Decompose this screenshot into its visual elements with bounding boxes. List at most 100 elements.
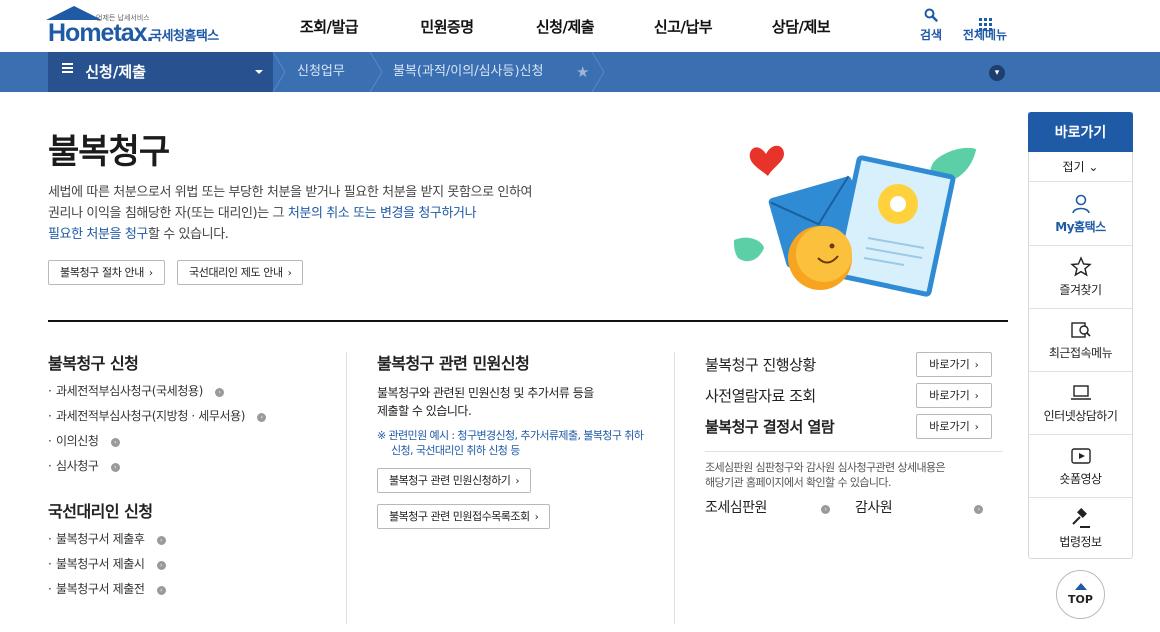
breadcrumb-chevron-icon bbox=[592, 52, 608, 92]
list-item-label: 이의신청 bbox=[56, 434, 99, 448]
quick-item-label: 최근접속메뉴 bbox=[1048, 346, 1113, 360]
audit-board-link[interactable]: 감사원 › bbox=[855, 497, 984, 517]
scroll-top-button[interactable]: TOP bbox=[1056, 570, 1105, 619]
recent-search-icon bbox=[1070, 322, 1091, 338]
arrow-right-icon: › bbox=[287, 268, 292, 279]
list-item-review-request[interactable]: · 심사청구 › bbox=[48, 457, 266, 482]
list-item-after-submission[interactable]: · 불복청구서 제출후 › bbox=[48, 530, 166, 555]
search-button[interactable]: 검색 bbox=[914, 8, 948, 43]
user-icon bbox=[1071, 194, 1090, 214]
gnb-item-consult[interactable]: 상담/제보 bbox=[742, 0, 860, 52]
circle-arrow-icon: › bbox=[110, 463, 120, 472]
section-divider bbox=[48, 320, 1008, 322]
quick-menu-fold-button[interactable]: 접기 ⌄ bbox=[1029, 152, 1132, 182]
other-agency-note: 조세심판원 심판청구와 감사원 심사청구관련 상세내용은 해당기관 홈페이지에서… bbox=[705, 460, 995, 490]
column-divider bbox=[674, 352, 675, 624]
desc-line-3: 필요한 처분을 청구할 수 있습니다. bbox=[48, 224, 608, 245]
circle-arrow-icon: › bbox=[156, 586, 166, 595]
desc-line-3-text: 할 수 있습니다. bbox=[147, 227, 229, 242]
video-play-icon bbox=[1070, 448, 1091, 464]
related-civil-apply-button[interactable]: 불복청구 관련 민원신청하기 › bbox=[377, 468, 531, 493]
quick-my-hometax[interactable]: My홈택스 bbox=[1029, 183, 1132, 246]
circle-arrow-icon: › bbox=[110, 438, 120, 447]
tax-tribunal-label: 조세심판원 bbox=[705, 500, 767, 516]
list-item-label: 불복청구서 제출전 bbox=[56, 582, 145, 596]
search-label: 검색 bbox=[919, 28, 943, 42]
decision-view-title: 불복청구 결정서 열람 bbox=[705, 418, 835, 436]
related-civil-note-2: 신청, 국선대리인 취하 신청 등 bbox=[391, 444, 520, 457]
pre-read-data-title: 사전열람자료 조회 bbox=[705, 387, 816, 405]
list-item-pretax-review-regional[interactable]: · 과세전적부심사청구(지방청 · 세무서용) › bbox=[48, 407, 267, 432]
desc-line-1: 세법에 따른 처분으로서 위법 또는 부당한 처분을 받거나 필요한 처분을 받… bbox=[48, 185, 533, 200]
breadcrumb-apply-work[interactable]: 신청업무 bbox=[297, 52, 345, 92]
global-nav: 조회/발급 민원증명 신청/제출 신고/납부 상담/제보 bbox=[270, 0, 860, 52]
quick-item-label: 법령정보 bbox=[1059, 535, 1102, 549]
goto-label: 바로가기 bbox=[929, 389, 970, 402]
house-roof-icon bbox=[46, 6, 102, 20]
logo-brand: Hometax. bbox=[48, 19, 154, 47]
gnb-item-application[interactable]: 신청/제출 bbox=[506, 0, 624, 52]
chevron-down-icon[interactable]: ▾ bbox=[989, 65, 1005, 81]
appeal-procedure-button[interactable]: 불복청구 절차 안내 › bbox=[48, 260, 165, 285]
decision-view-goto-button[interactable]: 바로가기 › bbox=[916, 414, 992, 439]
list-item-objection[interactable]: · 이의신청 › bbox=[48, 432, 266, 457]
related-civil-desc-1: 불복청구와 관련된 민원신청 및 추가서류 등을 bbox=[377, 386, 594, 400]
menu-select[interactable]: 신청/제출 bbox=[48, 52, 273, 92]
arrow-right-icon: › bbox=[974, 391, 979, 402]
breadcrumb-chevron-icon bbox=[370, 52, 386, 92]
list-item-on-submission[interactable]: · 불복청구서 제출시 › bbox=[48, 555, 166, 580]
pre-read-data-goto-button[interactable]: 바로가기 › bbox=[916, 383, 992, 408]
arrow-right-icon: › bbox=[148, 268, 153, 279]
arrow-right-icon: › bbox=[974, 360, 979, 371]
quick-favorites[interactable]: 즐겨찾기 bbox=[1029, 246, 1132, 309]
related-civil-note-1: ※ 관련민원 예시 : 청구변경신청, 추가서류제출, 불복청구 취하 bbox=[377, 429, 644, 442]
arrow-right-icon: › bbox=[974, 422, 979, 433]
tax-tribunal-link[interactable]: 조세심판원 › bbox=[705, 497, 830, 517]
arrow-up-icon bbox=[1074, 583, 1087, 590]
quick-online-consult[interactable]: 인터넷상담하기 bbox=[1029, 372, 1132, 435]
hamburger-icon bbox=[62, 61, 73, 75]
related-civil-note: ※ 관련민원 예시 : 청구변경신청, 추가서류제출, 불복청구 취하 신청, … bbox=[377, 428, 667, 458]
list-item-label: 불복청구서 제출시 bbox=[56, 557, 145, 571]
related-civil-desc: 불복청구와 관련된 민원신청 및 추가서류 등을 제출할 수 있습니다. bbox=[377, 384, 647, 420]
quick-recent-menu[interactable]: 최근접속메뉴 bbox=[1029, 309, 1132, 372]
chevron-down-icon: ⌄ bbox=[1088, 160, 1099, 174]
related-civil-list-button[interactable]: 불복청구 관련 민원접수목록조회 › bbox=[377, 504, 551, 529]
gnb-item-inquiry[interactable]: 조회/발급 bbox=[270, 0, 388, 52]
circle-arrow-icon: › bbox=[257, 413, 267, 422]
breadcrumb-appeal[interactable]: 불복(과적/이의/심사등)신청 bbox=[393, 52, 543, 92]
caret-down-icon bbox=[255, 70, 263, 74]
fold-label: 접기 bbox=[1062, 160, 1085, 174]
list-item-before-submission[interactable]: · 불복청구서 제출전 › bbox=[48, 580, 166, 605]
goto-label: 바로가기 bbox=[929, 358, 970, 371]
logo-sub: 국세청홈택스 bbox=[150, 29, 219, 44]
related-civil-list-label: 불복청구 관련 민원접수목록조회 bbox=[389, 510, 530, 523]
quick-menu-title: 바로가기 bbox=[1028, 112, 1133, 152]
arrow-right-icon: › bbox=[534, 512, 539, 523]
favorite-star-icon[interactable]: ★ bbox=[576, 63, 589, 81]
hometax-logo[interactable]: 언제든 납세서비스 Hometax. 국세청홈택스 bbox=[46, 4, 236, 48]
public-agent-guide-label: 국선대리인 제도 안내 bbox=[189, 266, 283, 279]
quick-law-info[interactable]: 법령정보 bbox=[1029, 498, 1132, 561]
list-item-label: 과세전적부심사청구(지방청 · 세무서용) bbox=[56, 409, 246, 423]
all-menu-button[interactable]: 전체메뉴 bbox=[958, 8, 1012, 43]
circle-arrow-icon: › bbox=[156, 536, 166, 545]
appeal-progress-goto-button[interactable]: 바로가기 › bbox=[916, 352, 992, 377]
hero-illustration bbox=[734, 145, 977, 297]
related-civil-apply-label: 불복청구 관련 민원신청하기 bbox=[389, 474, 511, 487]
appeal-procedure-label: 불복청구 절차 안내 bbox=[60, 266, 144, 279]
quick-item-label: My홈택스 bbox=[1055, 220, 1106, 234]
star-icon bbox=[1069, 256, 1092, 277]
other-agency-note-2: 해당기관 홈페이지에서 확인할 수 있습니다. bbox=[705, 476, 891, 489]
appeal-apply-title: 불복청구 신청 bbox=[48, 354, 139, 373]
page-description: 세법에 따른 처분으로서 위법 또는 부당한 처분을 받거나 필요한 처분을 받… bbox=[48, 182, 608, 245]
quick-shortform-video[interactable]: 숏폼영상 bbox=[1029, 435, 1132, 498]
list-item-label: 심사청구 bbox=[56, 459, 99, 473]
public-agent-guide-button[interactable]: 국선대리인 제도 안내 › bbox=[177, 260, 304, 285]
list-item-pretax-review-nts[interactable]: · 과세전적부심사청구(국세청용) › bbox=[48, 382, 266, 407]
circle-arrow-icon: › bbox=[156, 561, 166, 570]
public-agent-apply-list: · 불복청구서 제출후 › · 불복청구서 제출시 › · 불복청구서 제출전 › bbox=[48, 530, 166, 605]
gnb-item-certificate[interactable]: 민원증명 bbox=[388, 0, 506, 52]
circle-arrow-icon: › bbox=[214, 388, 224, 397]
gnb-item-report-payment[interactable]: 신고/납부 bbox=[624, 0, 742, 52]
